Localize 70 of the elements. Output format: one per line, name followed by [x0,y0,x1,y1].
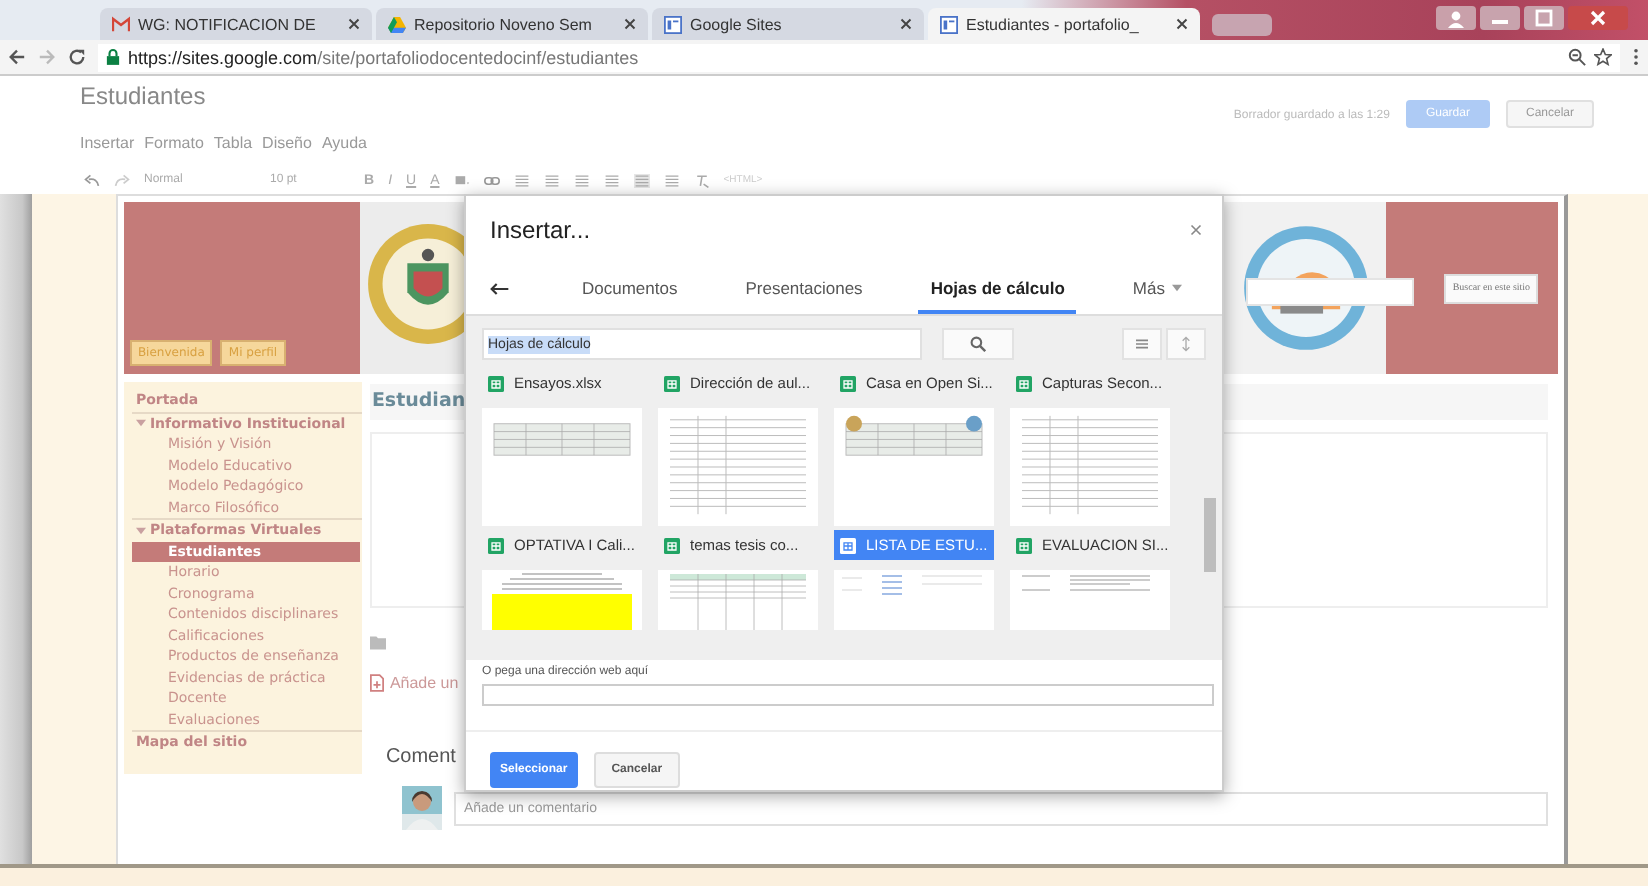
sort-button[interactable] [1166,328,1206,360]
star-icon[interactable] [1594,48,1612,66]
menu-icon[interactable] [1632,48,1640,66]
url-field[interactable] [482,684,1214,706]
folder-icon [369,636,386,650]
caret-icon[interactable] [135,418,146,429]
close-icon[interactable] [1568,6,1628,30]
reload-icon[interactable] [68,48,86,66]
close-icon[interactable] [900,18,912,30]
page-icon [940,15,958,33]
lock-icon [106,48,120,66]
caret-icon [1172,283,1183,291]
spreadsheet-icon [488,375,504,391]
page-title: Estudiantes [80,82,208,110]
maximize-icon[interactable] [1524,6,1564,30]
list-format-icon[interactable] [543,173,560,187]
minimize-icon[interactable] [1480,6,1520,30]
close-icon[interactable] [1176,18,1188,30]
forward-icon[interactable] [38,48,56,66]
dialog-tab[interactable]: Más [1120,264,1195,314]
dialog-tab[interactable]: Presentaciones [733,264,875,314]
menu-item[interactable]: Tabla [213,134,253,152]
search-button[interactable] [942,328,1014,360]
search-icon [970,336,986,352]
back-icon[interactable] [490,282,510,296]
spreadsheet-icon [664,537,680,553]
redo-icon[interactable] [114,173,130,187]
spreadsheet-icon [664,375,680,391]
user-icon[interactable] [1436,6,1476,30]
list-format-icon[interactable] [663,173,680,187]
spreadsheet-icon [488,537,504,553]
search-field[interactable] [1246,278,1415,306]
close-icon[interactable] [624,18,636,30]
undo-icon[interactable] [84,173,100,187]
page-icon [664,15,682,33]
browser-tab[interactable]: WG: NOTIFICACION DE [100,8,372,40]
menu-item[interactable]: Insertar [80,134,135,152]
menu-item[interactable]: Ayuda [321,134,367,152]
highlight-icon[interactable] [453,173,470,187]
close-icon[interactable] [348,18,360,30]
address-field[interactable]: https://sites.google.com/site/portafoliodocentedocinf/estudiantes [98,43,1620,71]
link-icon[interactable] [483,173,500,187]
menu-item[interactable]: Formato [144,134,204,152]
triangle-icon [388,15,406,33]
menu-item[interactable]: Diseño [262,134,312,152]
list-icon [1136,336,1148,352]
list-format-icon[interactable] [603,173,620,187]
browser-tab[interactable]: Google Sites [652,8,924,40]
zoom-icon[interactable] [1568,48,1586,66]
file-icon [369,674,384,692]
mail-icon [112,15,130,33]
attach-link[interactable]: Añade un [389,674,459,692]
list-format-icon[interactable] [513,173,530,187]
sort-icon [1180,336,1192,352]
dialog-tab[interactable]: Documentos [570,264,690,314]
browser-tab[interactable]: Repositorio Noveno Sem [376,8,648,40]
clear-format-icon[interactable] [693,173,710,187]
scrollbar[interactable] [1204,498,1216,572]
new-tab-button[interactable] [1212,14,1272,36]
spreadsheet-icon [840,537,856,553]
caret-icon[interactable] [135,525,146,536]
spreadsheet-icon [840,375,856,391]
list-view-button[interactable] [1122,328,1162,360]
browser-tab[interactable]: Estudiantes - portafolio_ [928,8,1200,40]
back-icon[interactable] [8,48,26,66]
spreadsheet-icon [1016,537,1032,553]
dialog-title: Insertar... [490,216,591,244]
spreadsheet-icon [1016,375,1032,391]
list-format-icon[interactable] [633,173,650,187]
list-format-icon[interactable] [573,173,590,187]
